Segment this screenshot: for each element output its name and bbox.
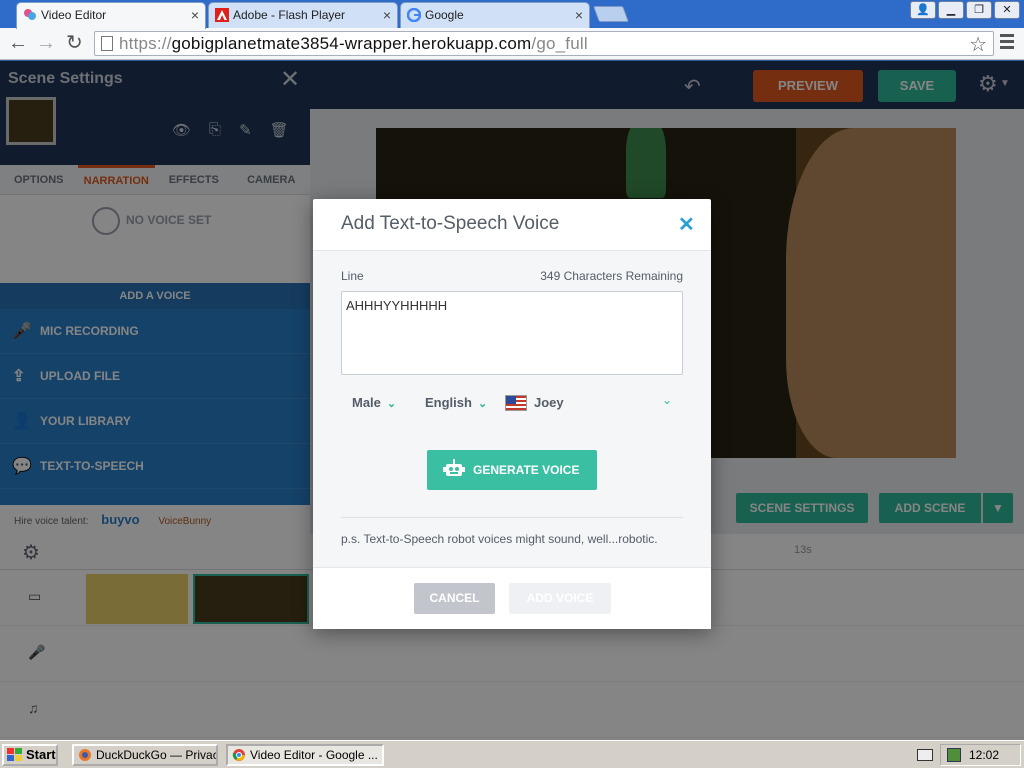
chevron-down-icon: ⌄ xyxy=(477,398,488,410)
bookmark-star-icon[interactable]: ☆ xyxy=(969,32,987,57)
close-window-button[interactable]: ✕ xyxy=(994,1,1020,19)
browser-toolbar: ← → ↻ https://gobigplanetmate3854-wrappe… xyxy=(0,28,1024,60)
new-tab-button[interactable] xyxy=(593,6,629,22)
network-icon[interactable] xyxy=(947,748,961,762)
tab-label: Video Editor xyxy=(41,8,107,22)
minimize-button[interactable]: ▁ xyxy=(938,1,964,19)
tts-dialog: Add Text-to-Speech Voice ✕ Line 349 Char… xyxy=(313,199,711,629)
system-tray: 12:02 PM xyxy=(940,744,1021,766)
tab-label: Google xyxy=(425,8,464,22)
firefox-icon xyxy=(79,749,91,761)
dialog-header: Add Text-to-Speech Voice ✕ xyxy=(313,199,711,251)
us-flag-icon xyxy=(505,395,527,411)
back-arrow-icon[interactable]: ← xyxy=(8,32,28,54)
browser-menu-icon[interactable] xyxy=(1000,34,1014,52)
reload-icon[interactable]: ↻ xyxy=(66,32,83,54)
close-tab-icon[interactable]: × xyxy=(383,3,391,27)
windows-taskbar: Start DuckDuckGo — Privac... Video Edito… xyxy=(0,740,1024,768)
language-select[interactable]: English ⌄ xyxy=(425,395,487,410)
close-icon[interactable]: ✕ xyxy=(678,212,695,237)
task-duckduckgo[interactable]: DuckDuckGo — Privac... xyxy=(72,744,218,766)
cancel-button[interactable]: CANCEL xyxy=(414,583,495,614)
divider xyxy=(341,517,683,518)
close-tab-icon[interactable]: × xyxy=(191,3,199,27)
line-label: Line xyxy=(341,269,364,283)
close-tab-icon[interactable]: × xyxy=(575,3,583,27)
tab-adobe-flash[interactable]: Adobe - Flash Player × xyxy=(208,2,398,28)
robotic-note: p.s. Text-to-Speech robot voices might s… xyxy=(341,532,658,546)
windows-logo-icon xyxy=(7,748,22,761)
google-favicon-icon xyxy=(407,8,421,22)
line-textarea[interactable]: AHHHYYHHHHH xyxy=(341,291,683,375)
tab-label: Adobe - Flash Player xyxy=(233,8,346,22)
browser-tabstrip: Video Editor × Adobe - Flash Player × Go… xyxy=(0,0,1024,29)
clock: 12:02 PM xyxy=(969,748,1000,762)
generate-voice-button[interactable]: GENERATE VOICE xyxy=(427,450,597,490)
tab-google[interactable]: Google × xyxy=(400,2,590,28)
window-controls: 👤 ▁ ❐ ✕ xyxy=(910,1,1020,19)
robot-icon xyxy=(443,459,465,476)
chevron-down-icon: ⌄ xyxy=(386,398,397,410)
address-bar[interactable]: https://gobigplanetmate3854-wrapper.hero… xyxy=(94,31,994,56)
dialog-body: Line 349 Characters Remaining AHHHYYHHHH… xyxy=(313,251,711,567)
page-icon xyxy=(101,36,113,51)
gender-select[interactable]: Male ⌄ xyxy=(352,395,396,410)
voice-select[interactable]: Joey xyxy=(534,395,564,410)
tab-video-editor[interactable]: Video Editor × xyxy=(16,2,206,29)
characters-remaining: 349 Characters Remaining xyxy=(540,269,683,283)
keyboard-icon[interactable] xyxy=(917,749,933,761)
adobe-favicon-icon xyxy=(215,8,229,22)
chevron-down-icon[interactable]: ⌄ xyxy=(662,393,672,407)
maximize-button[interactable]: ❐ xyxy=(966,1,992,19)
url-text: https://gobigplanetmate3854-wrapper.hero… xyxy=(119,34,588,53)
add-voice-button[interactable]: ADD VOICE xyxy=(509,583,611,614)
start-button[interactable]: Start xyxy=(2,744,58,766)
task-video-editor[interactable]: Video Editor - Google ... xyxy=(226,744,384,766)
chrome-icon xyxy=(232,749,245,761)
dialog-footer: CANCEL ADD VOICE xyxy=(313,567,711,629)
forward-arrow-icon[interactable]: → xyxy=(36,32,56,54)
user-icon[interactable]: 👤 xyxy=(910,1,936,19)
dialog-title: Add Text-to-Speech Voice xyxy=(341,213,560,234)
video-editor-favicon-icon xyxy=(24,9,36,20)
